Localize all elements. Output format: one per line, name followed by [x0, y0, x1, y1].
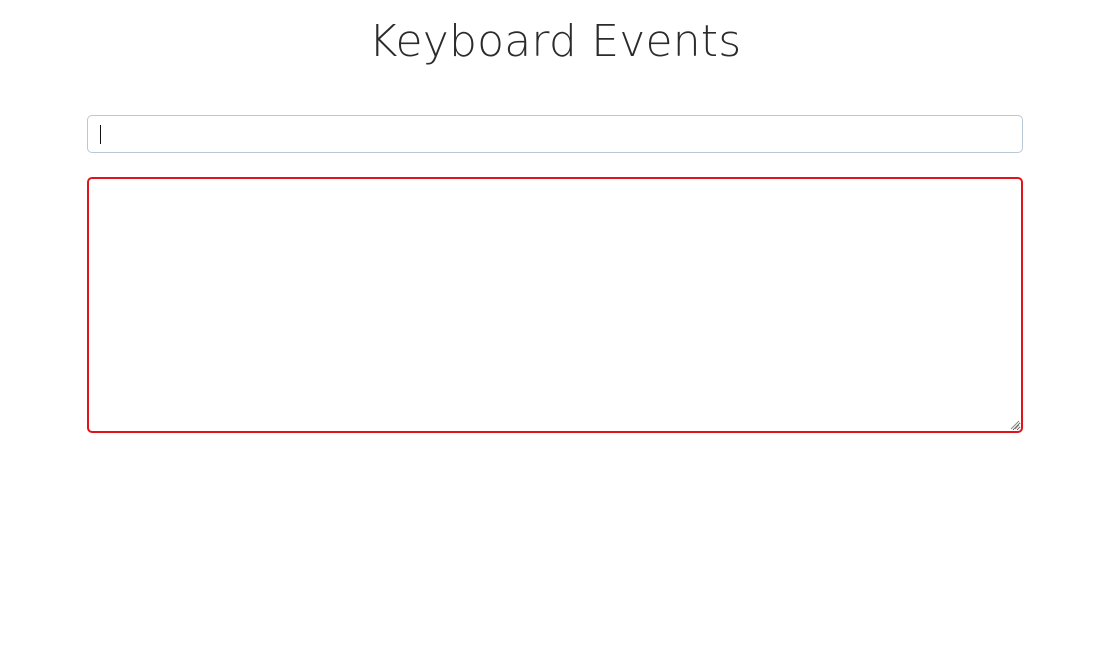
- resize-grip-icon[interactable]: [1008, 418, 1020, 430]
- text-caret: [100, 125, 101, 144]
- page-title: Keyboard Events: [368, 16, 742, 67]
- event-log-textarea[interactable]: [87, 177, 1023, 433]
- keyboard-input[interactable]: [87, 115, 1023, 153]
